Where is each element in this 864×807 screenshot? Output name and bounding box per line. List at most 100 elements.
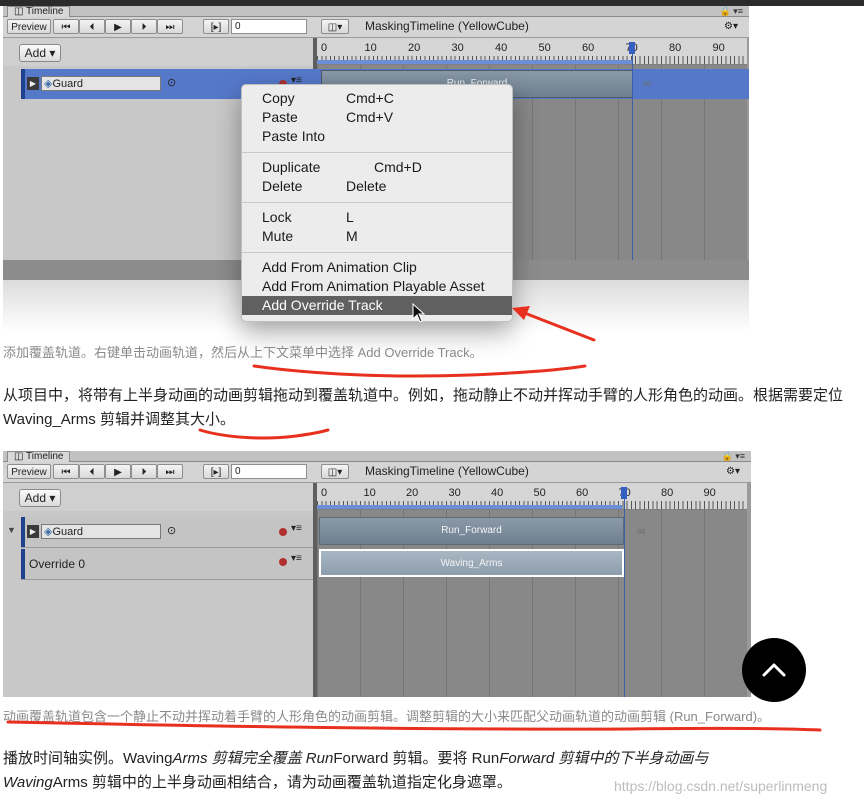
ruler-label: 30 [448,487,461,499]
menu-item-mute[interactable]: Mute M [242,227,512,246]
sequence-name[interactable]: MaskingTimeline (YellowCube) [365,19,529,34]
playhead-line[interactable] [632,42,633,260]
ruler-label: 20 [408,42,421,54]
play-range-icon[interactable]: [▸] [203,19,229,34]
track-options-icon[interactable]: ◫▾ [321,19,349,34]
record-button-icon[interactable] [279,528,287,536]
para2-text: Forward 剪辑。要将 Run [333,750,500,767]
tab-label: Timeline [26,6,64,17]
menu-item-paste[interactable]: Paste Cmd+V [242,108,512,127]
menu-separator [242,152,512,153]
next-frame-icon[interactable]: ⏵ [131,464,157,479]
ruler-label: 40 [495,42,508,54]
play-range-icon[interactable]: [▸] [203,464,229,479]
ruler-label: 60 [582,42,595,54]
track-binding-field[interactable]: ◈Guard [41,76,161,91]
timeline-tab-icon: ◫ [14,451,27,462]
ruler-label: 10 [364,42,377,54]
menu-item-add-from-animation-clip[interactable]: Add From Animation Clip [242,258,512,277]
menu-item-paste-into[interactable]: Paste Into [242,127,512,146]
red-underline-2 [198,428,330,440]
track-options-icon[interactable]: ◫▾ [321,464,349,479]
menu-item-delete[interactable]: Delete Delete [242,177,512,196]
infinity-icon: ∞ [643,76,652,90]
track-header-override[interactable]: Override 0 ▾≡ [21,549,313,580]
playhead-marker[interactable] [629,42,635,54]
track-header-guard[interactable]: ▶ ◈Guard ⊙ ▾≡ [21,517,313,548]
sequence-name[interactable]: MaskingTimeline (YellowCube) [365,464,529,479]
goto-start-icon[interactable]: ⏮ [53,19,79,34]
ruler-label: 60 [576,487,589,499]
time-ruler[interactable]: 0102030405060708090 [317,483,747,510]
track-binding-field[interactable]: ◈Guard [41,524,161,539]
menu-item-lock[interactable]: Lock L [242,208,512,227]
play-icon[interactable]: ▶ [105,19,131,34]
lock-menu-icon[interactable]: 🔒 ▾≡ [720,6,743,16]
lock-menu-icon[interactable]: 🔒 ▾≡ [722,451,745,461]
time-ruler[interactable]: 0102030405060708090 [317,38,747,65]
ruler-label: 0 [321,42,328,54]
clip-waving-arms[interactable]: Waving_Arms [319,549,624,577]
ruler-label: 20 [406,487,419,499]
track-list-area [3,483,313,697]
menu-item-copy[interactable]: Copy Cmd+C [242,89,512,108]
playhead-line[interactable] [624,487,625,697]
ruler-labels: 0102030405060708090 [317,487,747,499]
track-menu-icon[interactable]: ▾≡ [291,553,302,564]
ruler-label: 30 [451,42,464,54]
expand-arrow-icon[interactable]: ▶ [27,77,39,90]
ruler-labels: 0102030405060708090 [317,42,747,54]
infinity-icon: ∞ [637,524,646,538]
tab-timeline[interactable]: ◫ Timeline [7,451,71,462]
red-arrow-annotation [512,306,596,342]
play-range-bar [317,60,632,64]
ruler-label: 90 [712,42,725,54]
tab-timeline[interactable]: ◫ Timeline [7,6,71,17]
next-frame-icon[interactable]: ⏵ [131,19,157,34]
para2-italic-text: Forward 剪辑中的下半身动画与 [499,750,709,767]
menu-item-add-from-playable-asset[interactable]: Add From Animation Playable Asset [242,277,512,296]
preview-button[interactable]: Preview [7,19,51,34]
menu-item-duplicate[interactable]: Duplicate Cmd+D [242,158,512,177]
para2-italic-text: Arms 剪辑完全覆盖 Run [172,750,334,767]
track-list-header: Add ▾ [3,483,313,511]
add-track-button[interactable]: Add ▾ [19,489,61,507]
menu-separator [242,202,512,203]
context-menu: Copy Cmd+C Paste Cmd+V Paste Into Duplicat… [241,84,513,322]
prev-frame-icon[interactable]: ⏴ [79,464,105,479]
red-underline-1 [252,364,587,378]
goto-end-icon[interactable]: ⏭ [157,19,183,34]
ruler-label: 80 [669,42,682,54]
parent-track-expand-icon[interactable]: ▼ [7,525,16,535]
chevron-up-icon [762,663,786,677]
settings-gear-icon[interactable]: ⚙▾ [721,464,745,479]
goto-start-icon[interactable]: ⏮ [53,464,79,479]
object-picker-icon[interactable]: ⊙ [167,524,176,537]
prev-frame-icon[interactable]: ⏴ [79,19,105,34]
ruler-label: 40 [491,487,504,499]
play-icon[interactable]: ▶ [105,464,131,479]
override-track-name[interactable]: Override 0 [29,557,85,571]
track-menu-icon[interactable]: ▾≡ [291,523,302,534]
tab-strip: ◫ Timeline 🔒 ▾≡ [3,6,749,17]
goto-end-icon[interactable]: ⏭ [157,464,183,479]
expand-arrow-icon[interactable]: ▶ [27,525,39,538]
object-picker-icon[interactable]: ⊙ [167,76,176,89]
time-input[interactable]: 0 [231,19,307,34]
add-track-button[interactable]: Add ▾ [19,44,61,62]
settings-gear-icon[interactable]: ⚙▾ [719,19,743,34]
tab-strip: ◫ Timeline 🔒 ▾≡ [3,451,751,462]
tab-label: Timeline [26,451,64,462]
playhead-marker[interactable] [621,487,627,499]
mouse-cursor-icon [412,303,426,323]
back-to-top-button[interactable] [742,638,806,702]
timeline-tab-icon: ◫ [14,6,27,17]
preview-button[interactable]: Preview [7,464,51,479]
time-input[interactable]: 0 [231,464,307,479]
track-color-stripe [21,549,25,579]
menu-item-add-override-track[interactable]: Add Override Track [242,296,512,315]
record-button-icon[interactable] [279,558,287,566]
clip-run-forward[interactable]: Run_Forward [319,517,624,545]
track-list-header: Add ▾ [3,38,313,66]
paragraph-1: 从项目中，将带有上半身动画的动画剪辑拖动到覆盖轨道中。例如，拖动静止不动并挥动手… [3,387,844,428]
